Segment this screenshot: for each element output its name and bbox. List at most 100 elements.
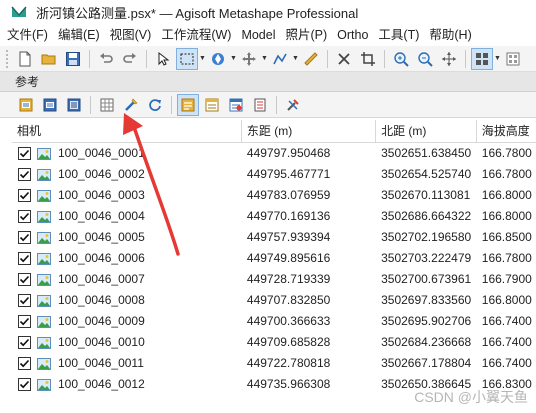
enable-checkbox[interactable] bbox=[18, 210, 31, 223]
enable-checkbox[interactable] bbox=[18, 378, 31, 391]
east-value[interactable]: 449735.966308 bbox=[242, 374, 376, 395]
redo-icon[interactable] bbox=[119, 48, 141, 70]
enable-checkbox[interactable] bbox=[18, 168, 31, 181]
table-row[interactable]: 100_0046_0004 449770.169136 3502686.664322… bbox=[12, 206, 536, 227]
east-value[interactable]: 449700.366633 bbox=[242, 311, 376, 332]
view-estimated-icon[interactable] bbox=[225, 94, 247, 116]
north-value[interactable]: 3502670.113081 bbox=[376, 185, 477, 206]
altitude-value[interactable]: 166.7400 bbox=[477, 332, 536, 353]
new-file-icon[interactable] bbox=[14, 48, 36, 70]
altitude-value[interactable]: 166.7900 bbox=[477, 269, 536, 290]
north-value[interactable]: 3502695.902706 bbox=[376, 311, 477, 332]
enable-checkbox[interactable] bbox=[18, 357, 31, 370]
header-east[interactable]: 东距 (m) bbox=[242, 120, 377, 143]
altitude-value[interactable]: 166.7800 bbox=[477, 248, 536, 269]
enable-checkbox[interactable] bbox=[18, 189, 31, 202]
table-row[interactable]: 100_0046_0008 449707.832850 3502697.833560… bbox=[12, 290, 536, 311]
north-value[interactable]: 3502697.833560 bbox=[376, 290, 477, 311]
east-value[interactable]: 449795.467771 bbox=[242, 164, 376, 185]
table-row[interactable]: 100_0046_0006 449749.895616 3502703.222479… bbox=[12, 248, 536, 269]
draw-polyline-icon[interactable] bbox=[269, 48, 291, 70]
north-value[interactable]: 3502651.638450 bbox=[376, 143, 477, 164]
save-icon[interactable] bbox=[62, 48, 84, 70]
undo-icon[interactable] bbox=[95, 48, 117, 70]
table-row[interactable]: 100_0046_0001 449797.950468 3502651.638450… bbox=[12, 143, 536, 164]
export-reference-icon[interactable] bbox=[39, 94, 61, 116]
menu-help[interactable]: 帮助(H) bbox=[424, 24, 476, 46]
enable-checkbox[interactable] bbox=[18, 273, 31, 286]
chevron-down-icon[interactable]: ▼ bbox=[261, 48, 268, 70]
ruler-icon[interactable] bbox=[300, 48, 322, 70]
pointer-icon[interactable] bbox=[152, 48, 174, 70]
table-row[interactable]: 100_0046_0002 449795.467771 3502654.525740… bbox=[12, 164, 536, 185]
menu-tools[interactable]: 工具(T) bbox=[373, 24, 424, 46]
altitude-value[interactable]: 166.8000 bbox=[477, 185, 536, 206]
move-icon[interactable] bbox=[238, 48, 260, 70]
enable-checkbox[interactable] bbox=[18, 231, 31, 244]
east-value[interactable]: 449783.076959 bbox=[242, 185, 376, 206]
east-value[interactable]: 449728.719339 bbox=[242, 269, 376, 290]
toolbar-grip[interactable] bbox=[6, 49, 10, 68]
grid-view-icon[interactable] bbox=[471, 47, 493, 70]
enable-checkbox[interactable] bbox=[18, 294, 31, 307]
open-folder-icon[interactable] bbox=[38, 48, 60, 70]
table-row[interactable]: 100_0046_0011 449722.780818 3502667.178804… bbox=[12, 353, 536, 374]
east-value[interactable]: 449707.832850 bbox=[242, 290, 376, 311]
view-options-icon[interactable] bbox=[502, 48, 524, 70]
enable-checkbox[interactable] bbox=[18, 147, 31, 160]
altitude-value[interactable]: 166.7800 bbox=[477, 164, 536, 185]
enable-checkbox[interactable] bbox=[18, 252, 31, 265]
menu-file[interactable]: 文件(F) bbox=[0, 24, 53, 46]
update-icon[interactable] bbox=[144, 94, 166, 116]
settings-wrench-icon[interactable] bbox=[120, 94, 142, 116]
enable-checkbox[interactable] bbox=[18, 336, 31, 349]
east-value[interactable]: 449757.939394 bbox=[242, 227, 376, 248]
menu-ortho[interactable]: Ortho bbox=[332, 24, 373, 46]
header-camera[interactable]: 相机 bbox=[12, 120, 242, 143]
east-value[interactable]: 449722.780818 bbox=[242, 353, 376, 374]
table-row[interactable]: 100_0046_0003 449783.076959 3502670.113081… bbox=[12, 185, 536, 206]
view-source-icon[interactable] bbox=[177, 93, 199, 116]
altitude-value[interactable]: 166.7400 bbox=[477, 311, 536, 332]
calculator-icon[interactable] bbox=[96, 94, 118, 116]
north-value[interactable]: 3502703.222479 bbox=[376, 248, 477, 269]
menu-photos[interactable]: 照片(P) bbox=[280, 24, 332, 46]
east-value[interactable]: 449749.895616 bbox=[242, 248, 376, 269]
table-row[interactable]: 100_0046_0005 449757.939394 3502702.196580… bbox=[12, 227, 536, 248]
table-row[interactable]: 100_0046_0007 449728.719339 3502700.673961… bbox=[12, 269, 536, 290]
zoom-in-icon[interactable] bbox=[390, 48, 412, 70]
east-value[interactable]: 449709.685828 bbox=[242, 332, 376, 353]
altitude-value[interactable]: 166.8000 bbox=[477, 206, 536, 227]
altitude-value[interactable]: 166.7400 bbox=[477, 353, 536, 374]
zoom-out-icon[interactable] bbox=[414, 48, 436, 70]
chevron-down-icon[interactable]: ▼ bbox=[292, 48, 299, 70]
convert-reference-icon[interactable] bbox=[63, 94, 85, 116]
chevron-down-icon[interactable]: ▼ bbox=[199, 48, 206, 70]
table-row[interactable]: 100_0046_0009 449700.366633 3502695.902706… bbox=[12, 311, 536, 332]
north-value[interactable]: 3502684.236668 bbox=[376, 332, 477, 353]
north-value[interactable]: 3502654.525740 bbox=[376, 164, 477, 185]
menu-model[interactable]: Model bbox=[236, 24, 280, 46]
rect-select-icon[interactable] bbox=[176, 47, 198, 70]
north-value[interactable]: 3502700.673961 bbox=[376, 269, 477, 290]
north-value[interactable]: 3502686.664322 bbox=[376, 206, 477, 227]
header-altitude[interactable]: 海拔高度 bbox=[477, 120, 536, 143]
menu-view[interactable]: 视图(V) bbox=[105, 24, 157, 46]
reset-view-icon[interactable] bbox=[438, 48, 460, 70]
altitude-value[interactable]: 166.8500 bbox=[477, 227, 536, 248]
chevron-down-icon[interactable]: ▼ bbox=[230, 48, 237, 70]
menu-workflow[interactable]: 工作流程(W) bbox=[156, 24, 236, 46]
crop-icon[interactable] bbox=[357, 48, 379, 70]
import-reference-icon[interactable] bbox=[15, 94, 37, 116]
delete-icon[interactable] bbox=[333, 48, 355, 70]
navigation-icon[interactable] bbox=[207, 48, 229, 70]
north-value[interactable]: 3502702.196580 bbox=[376, 227, 477, 248]
header-north[interactable]: 北距 (m) bbox=[376, 120, 477, 143]
table-row[interactable]: 100_0046_0010 449709.685828 3502684.236668… bbox=[12, 332, 536, 353]
view-variance-icon[interactable] bbox=[249, 94, 271, 116]
view-error-icon[interactable] bbox=[201, 94, 223, 116]
altitude-value[interactable]: 166.7800 bbox=[477, 143, 536, 164]
east-value[interactable]: 449797.950468 bbox=[242, 143, 376, 164]
altitude-value[interactable]: 166.8000 bbox=[477, 290, 536, 311]
east-value[interactable]: 449770.169136 bbox=[242, 206, 376, 227]
